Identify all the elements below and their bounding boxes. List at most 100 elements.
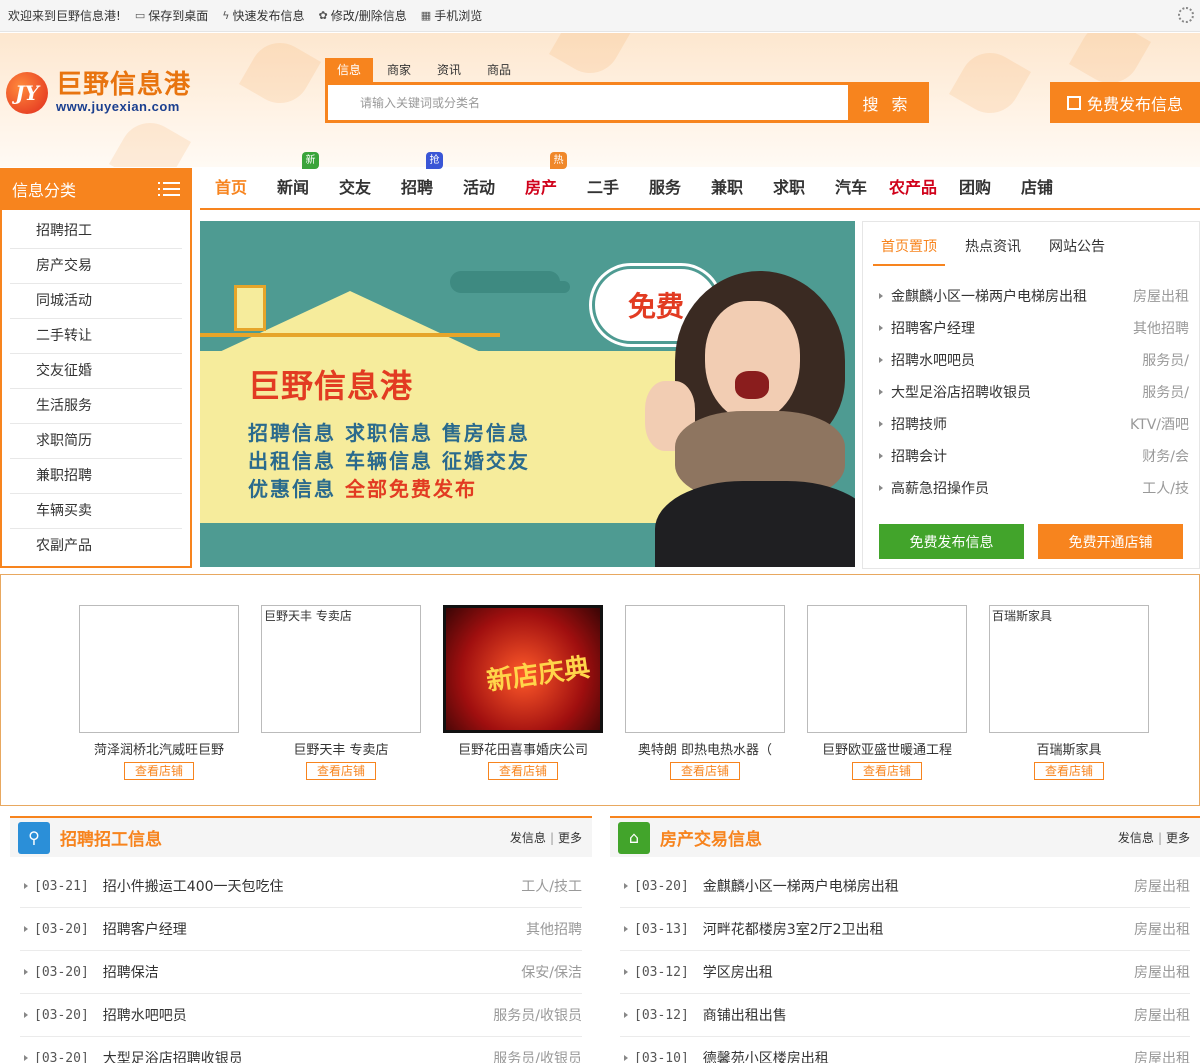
list-item[interactable]: [03-20] 招聘保洁 保安/保洁 xyxy=(20,951,582,994)
category-item[interactable]: 招聘招工 xyxy=(10,214,182,249)
house-more-link[interactable]: 更多 xyxy=(1166,831,1190,845)
shop-name[interactable]: 巨野花田喜事婚庆公司 xyxy=(443,739,603,758)
list-item[interactable]: [03-12] 学区房出租 房屋出租 xyxy=(620,951,1190,994)
category-item[interactable]: 车辆买卖 xyxy=(10,494,182,529)
tab-top-posts[interactable]: 首页置顶 xyxy=(873,236,945,266)
list-item[interactable]: [03-13] 河畔花都楼房3室2厅2卫出租 房屋出租 xyxy=(620,908,1190,951)
leaf-decoration xyxy=(109,112,191,167)
item-category: 工人/技工 xyxy=(521,879,582,895)
news-category: KTV/酒吧 xyxy=(1130,417,1189,433)
leaf-decoration xyxy=(549,33,631,84)
nav-item[interactable]: 服务 xyxy=(634,168,696,208)
category-item[interactable]: 求职简历 xyxy=(10,424,182,459)
view-shop-button[interactable]: 查看店铺 xyxy=(124,762,194,780)
bullet-icon xyxy=(24,1055,28,1061)
shop-image[interactable]: 百瑞斯家具 xyxy=(989,605,1149,733)
tab-announcements[interactable]: 网站公告 xyxy=(1041,236,1113,266)
search-input[interactable] xyxy=(328,85,848,120)
item-title: 商铺出租出售 xyxy=(702,1008,787,1024)
news-row[interactable]: 高薪急招操作员 工人/技 xyxy=(879,472,1189,504)
item-title: 河畔花都楼房3室2厅2卫出租 xyxy=(702,922,884,938)
category-item[interactable]: 农副产品 xyxy=(10,529,182,564)
category-item[interactable]: 交友征婚 xyxy=(10,354,182,389)
house-post-link[interactable]: 发信息 xyxy=(1118,831,1154,845)
nav-item[interactable]: 兼职 xyxy=(696,168,758,208)
tab-hot-news[interactable]: 热点资讯 xyxy=(957,236,1029,266)
view-shop-button[interactable]: 查看店铺 xyxy=(1034,762,1104,780)
shop-name[interactable]: 巨野天丰 专卖店 xyxy=(261,739,421,758)
news-category: 服务员/ xyxy=(1142,385,1189,401)
view-shop-button[interactable]: 查看店铺 xyxy=(488,762,558,780)
jobs-section: ⚲ 招聘招工信息 发信息 | 更多 [03-21] 招小件搬运工400一天包吃住 工人/… xyxy=(10,816,592,1063)
list-item[interactable]: [03-20] 大型足浴店招聘收银员 服务员/收银员 xyxy=(20,1037,582,1063)
menu-icon[interactable] xyxy=(158,182,180,196)
nav-item[interactable]: 团购 xyxy=(944,168,1006,208)
edit-delete-link[interactable]: ✿ 修改/删除信息 xyxy=(319,7,407,24)
free-publish-info-button[interactable]: 免费发布信息 xyxy=(879,524,1024,559)
open-shop-button[interactable]: 免费开通店铺 xyxy=(1038,524,1183,559)
nav-item[interactable]: 店铺 xyxy=(1006,168,1068,208)
item-date: [03-13] xyxy=(634,921,689,937)
shop-name[interactable]: 百瑞斯家具 xyxy=(989,739,1149,758)
category-item[interactable]: 同城活动 xyxy=(10,284,182,319)
list-item[interactable]: [03-10] 德馨苑小区楼房出租 房屋出租 xyxy=(620,1037,1190,1063)
search-tab-info[interactable]: 信息 xyxy=(325,58,374,82)
site-logo[interactable]: JY 巨野信息港 www.juyexian.com xyxy=(6,71,191,114)
logo-chinese: 巨野信息港 xyxy=(56,70,192,100)
shop-image[interactable]: 巨野天丰 专卖店 xyxy=(261,605,421,733)
mobile-view-link[interactable]: ▦ 手机浏览 xyxy=(421,7,482,24)
list-item[interactable]: [03-12] 商铺出租出售 房屋出租 xyxy=(620,994,1190,1037)
nav-item[interactable]: 交友 xyxy=(324,168,386,208)
item-date: [03-10] xyxy=(634,1050,689,1063)
nav-item[interactable]: 房产 热 xyxy=(510,152,572,208)
nav-item[interactable]: 活动 xyxy=(448,168,510,208)
list-item[interactable]: [03-20] 金麒麟小区一梯两户电梯房出租 房屋出租 xyxy=(620,865,1190,908)
category-header: 信息分类 xyxy=(0,168,192,210)
news-row[interactable]: 招聘技师 KTV/酒吧 xyxy=(879,408,1189,440)
news-row[interactable]: 招聘水吧吧员 服务员/ xyxy=(879,344,1189,376)
news-row[interactable]: 金麒麟小区一梯两户电梯房出租 房屋出租 xyxy=(879,280,1189,312)
item-category: 服务员/收银员 xyxy=(493,1008,582,1024)
nav-item[interactable]: 汽车 xyxy=(820,168,882,208)
shop-image[interactable] xyxy=(79,605,239,733)
search-tab-goods[interactable]: 商品 xyxy=(475,58,523,82)
search-button[interactable]: 搜 索 xyxy=(848,85,926,120)
category-item[interactable]: 生活服务 xyxy=(10,389,182,424)
nav-item[interactable]: 二手 xyxy=(572,168,634,208)
list-item[interactable]: [03-21] 招小件搬运工400一天包吃住 工人/技工 xyxy=(20,865,582,908)
jobs-more-link[interactable]: 更多 xyxy=(558,831,582,845)
nav-item[interactable]: 招聘 抢 xyxy=(386,152,448,208)
shop-image[interactable] xyxy=(625,605,785,733)
save-desktop-link[interactable]: ▭ 保存到桌面 xyxy=(135,7,208,24)
nav-item-label: 汽车 xyxy=(834,178,867,197)
nav-item[interactable]: 首页 xyxy=(200,168,262,208)
shop-name[interactable]: 巨野欧亚盛世暖通工程 xyxy=(807,739,967,758)
shop-name[interactable]: 菏泽润桥北汽威旺巨野 xyxy=(79,739,239,758)
nav-item[interactable]: 农产品 xyxy=(882,168,944,208)
search-tab-news[interactable]: 资讯 xyxy=(425,58,473,82)
shop-image[interactable]: 新店庆典 xyxy=(443,605,603,733)
nav-item[interactable]: 新闻 新 xyxy=(262,152,324,208)
category-item[interactable]: 房产交易 xyxy=(10,249,182,284)
search-tab-merchant[interactable]: 商家 xyxy=(375,58,423,82)
nav-item[interactable]: 求职 xyxy=(758,168,820,208)
nav-item-label: 服务 xyxy=(648,178,681,197)
nav-item-label: 二手 xyxy=(586,178,619,197)
view-shop-button[interactable]: 查看店铺 xyxy=(670,762,740,780)
list-item[interactable]: [03-20] 招聘客户经理 其他招聘 xyxy=(20,908,582,951)
view-shop-button[interactable]: 查看店铺 xyxy=(852,762,922,780)
shop-name[interactable]: 奥特朗 即热电热水器（ xyxy=(625,739,785,758)
quick-publish-link[interactable]: ϟ 快速发布信息 xyxy=(222,7,304,24)
list-item[interactable]: [03-20] 招聘水吧吧员 服务员/收银员 xyxy=(20,994,582,1037)
view-shop-button[interactable]: 查看店铺 xyxy=(306,762,376,780)
shop-image[interactable] xyxy=(807,605,967,733)
category-item[interactable]: 二手转让 xyxy=(10,319,182,354)
banner[interactable]: 巨野信息港 招聘信息 求职信息 售房信息 出租信息 车辆信息 征婚交友 优惠信息… xyxy=(200,221,855,567)
news-row[interactable]: 大型足浴店招聘收银员 服务员/ xyxy=(879,376,1189,408)
news-row[interactable]: 招聘客户经理 其他招聘 xyxy=(879,312,1189,344)
category-item[interactable]: 兼职招聘 xyxy=(10,459,182,494)
nav-badge: 新 xyxy=(302,152,319,169)
jobs-post-link[interactable]: 发信息 xyxy=(510,831,546,845)
free-publish-button[interactable]: 免费发布信息 xyxy=(1050,82,1200,123)
news-row[interactable]: 招聘会计 财务/会 xyxy=(879,440,1189,472)
